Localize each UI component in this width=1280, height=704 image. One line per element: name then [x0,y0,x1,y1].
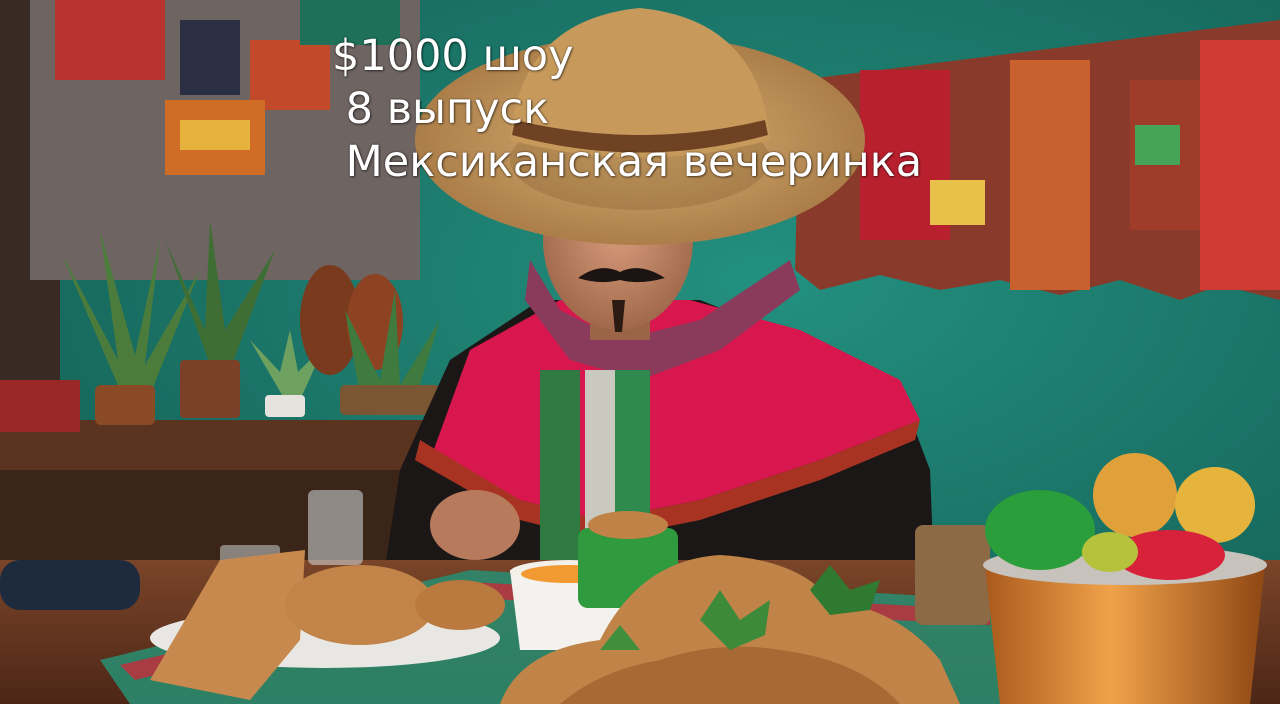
caption-line-title: Мексиканская вечеринка [332,137,923,187]
basket [915,525,990,625]
glass [308,490,363,565]
caption-overlay: $1000 шоу 8 выпуск Мексиканская вечеринк… [332,30,922,189]
chair-back [0,560,140,610]
caption-line-episode: 8 выпуск [332,84,550,134]
caption-line-price-show: $1000 шоу [332,31,574,81]
